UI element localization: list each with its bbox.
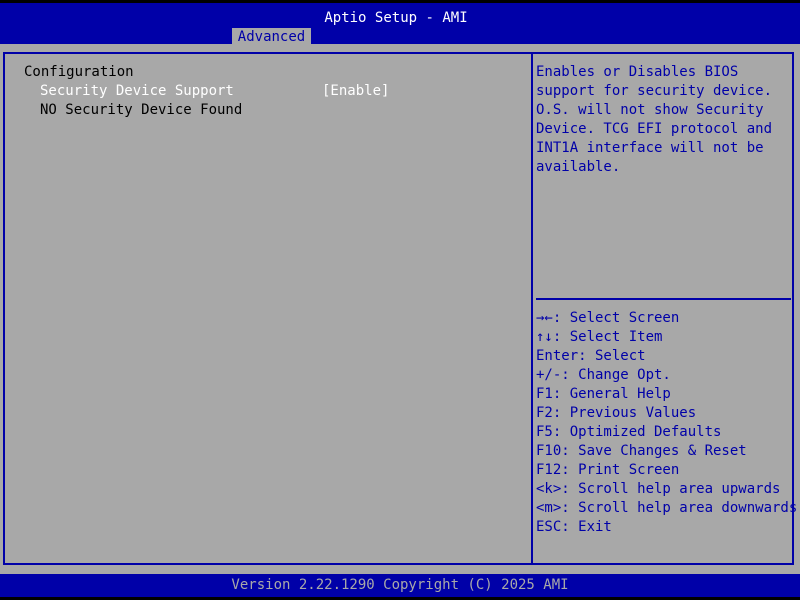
app-title: Aptio Setup - AMI <box>324 10 468 26</box>
key-enter-select: Enter: Select <box>536 348 646 364</box>
security-device-support-label[interactable]: Security Device Support <box>40 82 234 101</box>
key-save-and-reset: F10: Save Changes & Reset <box>536 443 747 459</box>
section-title: Configuration <box>24 64 134 80</box>
key-scroll-up: <k>: Scroll help area upwards <box>536 481 781 497</box>
help-separator <box>536 298 791 300</box>
security-device-support-value[interactable]: [Enable] <box>322 82 389 101</box>
version-copyright: Version 2.22.1290 Copyright (C) 2025 AMI <box>231 577 569 593</box>
security-device-status: NO Security Device Found <box>40 102 243 118</box>
panel-divider <box>531 52 533 565</box>
key-exit: ESC: Exit <box>536 519 612 535</box>
help-description: Enables or Disables BIOS support for sec… <box>536 64 773 175</box>
setup-main-area: Configuration Security Device Support [E… <box>0 44 800 574</box>
key-change-option: +/-: Change Opt. <box>536 367 671 383</box>
key-select-screen: →←: Select Screen <box>536 310 680 326</box>
key-scroll-down: <m>: Scroll help area downwards <box>536 500 798 516</box>
key-select-item: ↑↓: Select Item <box>536 329 663 345</box>
key-general-help: F1: General Help <box>536 386 671 402</box>
key-legend: →←: Select Screen ↑↓: Select Item Enter:… <box>536 309 797 537</box>
key-print-screen: F12: Print Screen <box>536 462 680 478</box>
footer-bar: Version 2.22.1290 Copyright (C) 2025 AMI <box>0 574 800 597</box>
title-bar: Aptio Setup - AMI Advanced <box>0 3 800 47</box>
key-optimized-defaults: F5: Optimized Defaults <box>536 424 722 440</box>
key-previous-values: F2: Previous Values <box>536 405 697 421</box>
